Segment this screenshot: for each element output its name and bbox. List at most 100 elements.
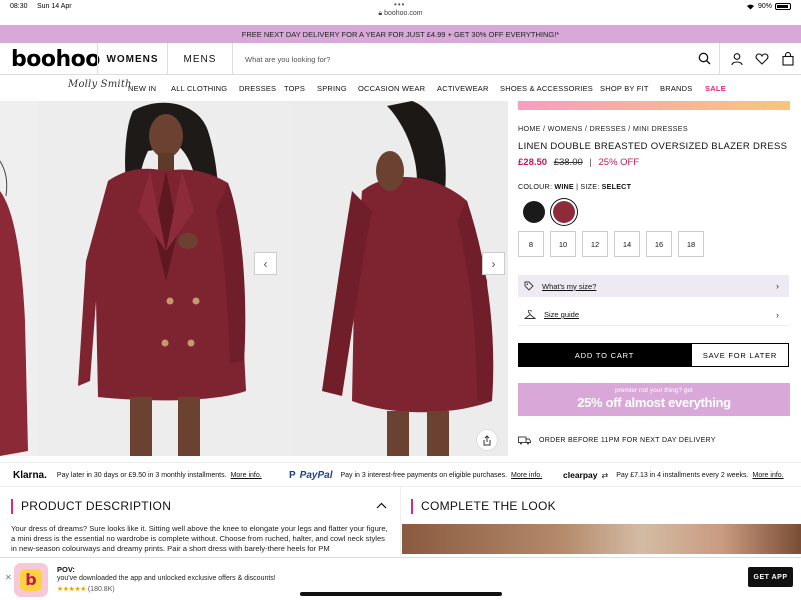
bag-icon[interactable] [781,52,795,66]
clearpay-text: Pay £7.13 in 4 installments every 2 week… [616,471,749,479]
wifi-icon [746,4,754,10]
size-guide-row[interactable]: Size guide › [518,304,789,326]
delivery-text: ORDER BEFORE 11PM FOR NEXT DAY DELIVERY [539,437,716,444]
product-description-header[interactable]: PRODUCT DESCRIPTION [11,496,391,516]
hanger-icon [524,309,536,319]
more-dots-icon[interactable]: ••• [394,0,405,9]
share-button[interactable] [476,429,498,451]
status-time: 08:30 [10,3,28,10]
battery-percent: 90% [757,3,772,10]
nav-item-tops[interactable]: TOPS [284,84,305,93]
promo-banner[interactable]: FREE NEXT DAY DELIVERY FOR A YEAR FOR JU… [0,25,801,43]
clearpay-more-info-link[interactable]: More info. [753,472,784,479]
paypal-logo: PayPal [299,470,333,481]
size-button-18[interactable]: 18 [678,231,704,257]
price-line: £28.50 £38.00 | 25% OFF [518,157,639,168]
product-gallery[interactable]: ‹ › [0,101,508,456]
search-bar [232,43,720,75]
nav-item-occasion-wear[interactable]: OCCASION WEAR [358,84,425,93]
tab-womens[interactable]: WOMENS [97,43,167,75]
whats-my-size-link[interactable]: What's my size? [542,282,596,291]
chevron-right-icon: › [776,281,779,291]
add-to-cart-button[interactable]: ADD TO CART [518,343,691,367]
nav-item-shop-by-fit[interactable]: SHOP BY FIT [600,84,649,93]
payment-options-strip: Klarna. Pay later in 30 days or £9.50 in… [0,462,801,487]
paypal-more-info-link[interactable]: More info. [511,472,542,479]
nav-item-sale[interactable]: SALE [705,84,726,93]
klarna-block: Klarna. Pay later in 30 days or £9.50 in… [13,470,262,481]
breadcrumb[interactable]: HOME / WOMENS / DRESSES / MINI DRESSES [518,124,688,133]
close-icon[interactable]: ✕ [5,573,12,582]
promo-text: FREE NEXT DAY DELIVERY FOR A YEAR FOR JU… [241,29,560,39]
size-button-8[interactable]: 8 [518,231,544,257]
gallery-prev-button[interactable]: ‹ [254,252,277,275]
tab-mens[interactable]: MENS [167,43,232,75]
app-rating: ★★★★★ (180.8K) [57,585,115,593]
colour-swatch-wine[interactable] [553,201,575,223]
product-image-front [38,101,292,456]
nav-item-activewear[interactable]: ACTIVEWEAR [437,84,489,93]
size-button-14[interactable]: 14 [614,231,640,257]
star-rating-icon: ★★★★★ [57,586,86,593]
url-bar[interactable]: 🔒︎ boohoo.com [0,10,801,18]
boohoo-logo[interactable]: boohoo [11,47,100,72]
price-now: £28.50 [518,157,548,168]
product-image-partial [0,101,38,456]
nav-item-brands[interactable]: BRANDS [660,84,692,93]
product-description-text: Your dress of dreams? Sure looks like it… [11,524,388,553]
size-guide-link[interactable]: Size guide [544,310,579,319]
search-input[interactable] [245,52,665,66]
klarna-more-info-link[interactable]: More info. [231,472,262,479]
section-divider [400,487,401,557]
colour-size-separator: | [576,182,579,191]
url-text: boohoo.com [384,10,423,17]
site-header: boohoo WOMENS MENS [0,43,801,75]
product-image-back [292,101,508,456]
nav-item-all-clothing[interactable]: ALL CLOTHING [171,84,227,93]
rating-count: (180.8K) [87,586,115,593]
nav-signature-molly-smith[interactable]: Molly Smith [68,79,132,90]
klarna-text: Pay later in 30 days or £9.50 in 3 month… [56,472,227,479]
status-date: Sun 14 Apr [37,3,72,10]
truck-icon [518,436,531,445]
clearpay-logo: clearpay [563,470,598,480]
app-banner-title: POV: [57,565,75,574]
nav-item-new-in[interactable]: NEW IN [128,84,156,93]
colour-value: WINE [554,182,574,191]
klarna-logo: Klarna. [13,470,47,481]
premier-banner[interactable]: premier not your thing? get 25% off almo… [518,383,790,416]
colour-size-line: COLOUR: WINE | SIZE: SELECT [518,182,631,191]
chevron-left-icon: ‹ [263,256,268,271]
gallery-next-button[interactable]: › [482,252,505,275]
size-button-12[interactable]: 12 [582,231,608,257]
section-accent-bar [411,498,413,514]
share-icon [483,434,491,445]
account-icon[interactable] [730,52,744,66]
page: 08:30 Sun 14 Apr ••• 90% 🔒︎ boohoo.com F… [0,0,801,600]
get-app-button[interactable]: GET APP [748,567,793,587]
search-icon[interactable] [698,52,711,65]
chevron-right-icon: › [491,256,496,271]
lock-icon: 🔒︎ [378,10,383,17]
chevron-right-icon: › [776,309,779,320]
colour-swatch-black[interactable] [523,201,545,223]
save-for-later-button[interactable]: SAVE FOR LATER [691,343,789,367]
paypal-text: Pay in 3 interest-free payments on eligi… [340,472,508,479]
nav-item-dresses[interactable]: DRESSES [239,84,276,93]
app-logo-icon: b [14,563,48,597]
home-indicator[interactable] [300,592,502,596]
price-separator: | [589,157,592,168]
complete-the-look-images[interactable] [402,524,801,554]
size-button-10[interactable]: 10 [550,231,576,257]
status-right: 90% [746,3,791,10]
nav-item-shoes-accessories[interactable]: SHOES & ACCESSORIES [500,84,593,93]
promo-strip-top [518,101,790,110]
product-description-title: PRODUCT DESCRIPTION [21,499,172,513]
whats-my-size-row[interactable]: What's my size? › [518,275,789,297]
size-value: SELECT [601,182,632,191]
chevron-up-icon[interactable] [376,502,387,509]
size-button-16[interactable]: 16 [646,231,672,257]
nav-item-spring[interactable]: SPRING [317,84,347,93]
clearpay-block: clearpay ⇄ Pay £7.13 in 4 installments e… [563,470,784,480]
heart-icon[interactable] [755,52,769,66]
